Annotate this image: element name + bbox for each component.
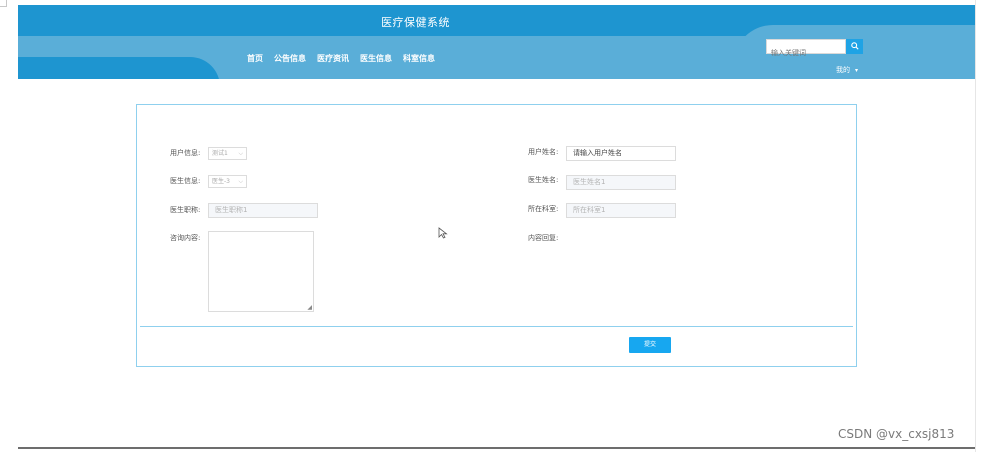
user-name-input[interactable]: 请输入用户姓名 xyxy=(566,146,676,161)
user-info-label: 用户信息: xyxy=(170,149,201,157)
department-label: 所在科室: xyxy=(528,205,559,213)
window-frame-left xyxy=(0,0,18,452)
window-frame-bottom xyxy=(18,447,975,449)
header-wave-left xyxy=(18,57,220,79)
search-icon xyxy=(850,42,859,50)
main-nav: 首页 公告信息 医疗资讯 医生信息 科室信息 xyxy=(247,53,435,64)
doctor-info-label: 医生信息: xyxy=(170,177,201,185)
mouse-pointer-icon xyxy=(438,227,448,239)
consult-content-textarea[interactable]: ◢ xyxy=(208,231,314,312)
nav-item-home[interactable]: 首页 xyxy=(247,53,263,64)
consult-content-label: 咨询内容: xyxy=(170,234,201,242)
site-title: 医疗保健系统 xyxy=(381,16,450,29)
department-field: 所在科室1 xyxy=(566,203,676,218)
chevron-down-icon: ⌵ xyxy=(238,178,243,185)
doctor-info-value: 医生-3 xyxy=(212,178,230,185)
search-button[interactable] xyxy=(846,39,863,54)
search-input[interactable] xyxy=(767,46,847,60)
window-frame-right xyxy=(975,0,990,452)
doctor-name-field: 医生姓名1 xyxy=(566,175,676,190)
user-menu-label: 我的 xyxy=(836,66,850,74)
doctor-title-field: 医生职称1 xyxy=(208,203,318,218)
doctor-title-label: 医生职称: xyxy=(170,206,201,214)
reply-label: 内容回复: xyxy=(528,234,559,242)
nav-item-departments[interactable]: 科室信息 xyxy=(403,53,435,64)
chevron-down-icon: ⌵ xyxy=(238,150,243,157)
submit-button[interactable]: 提交 xyxy=(629,337,671,353)
user-menu[interactable]: 我的 ▾ xyxy=(836,65,858,75)
doctor-info-select[interactable]: 医生-3 ⌵ xyxy=(208,175,247,188)
nav-item-medical-news[interactable]: 医疗资讯 xyxy=(317,53,349,64)
nav-item-doctors[interactable]: 医生信息 xyxy=(360,53,392,64)
chevron-down-icon: ▾ xyxy=(855,67,859,74)
user-info-value: 测试1 xyxy=(212,150,228,157)
user-info-select[interactable]: 测试1 ⌵ xyxy=(208,147,247,160)
window-corner-mark xyxy=(0,0,7,7)
nav-item-announcements[interactable]: 公告信息 xyxy=(274,53,306,64)
resize-grip-icon[interactable]: ◢ xyxy=(307,304,312,311)
consult-form-card: 用户信息: 测试1 ⌵ 医生信息: 医生-3 ⌵ 医生职称: 医生职称1 咨询内… xyxy=(136,104,857,367)
doctor-name-label: 医生姓名: xyxy=(528,176,559,184)
watermark: CSDN @vx_cxsj813 xyxy=(838,427,955,441)
user-name-label: 用户姓名: xyxy=(528,148,559,156)
form-divider xyxy=(140,326,853,327)
search-box xyxy=(766,39,847,60)
site-header: 医疗保健系统 首页 公告信息 医疗资讯 医生信息 科室信息 我的 ▾ xyxy=(18,5,975,79)
